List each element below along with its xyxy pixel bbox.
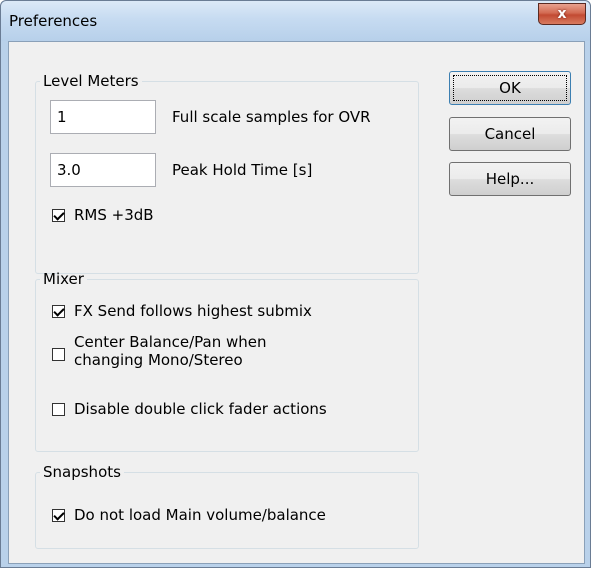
peak-hold-time-label: Peak Hold Time [s]	[172, 161, 313, 179]
disable-double-click-checkbox[interactable]	[52, 403, 65, 416]
title-bar[interactable]: Preferences x	[1, 1, 590, 41]
preferences-dialog: Preferences x Level Meters 1 Full scale …	[0, 0, 591, 568]
help-button[interactable]: Help...	[449, 162, 571, 196]
rms-3db-label: RMS +3dB	[74, 206, 154, 224]
dialog-client-area: Level Meters 1 Full scale samples for OV…	[8, 41, 585, 564]
ok-button[interactable]: OK	[449, 71, 571, 105]
ovr-samples-input[interactable]: 1	[50, 100, 156, 134]
cancel-button[interactable]: Cancel	[449, 117, 571, 151]
level-meters-legend: Level Meters	[43, 72, 139, 90]
center-balance-label-line1: Center Balance/Pan when	[74, 333, 267, 351]
rms-3db-checkbox[interactable]	[52, 209, 65, 222]
snapshots-legend: Snapshots	[43, 463, 121, 481]
ok-button-label: OK	[499, 79, 521, 97]
cancel-button-label: Cancel	[484, 125, 536, 143]
center-balance-checkbox[interactable]	[52, 348, 65, 361]
help-button-label: Help...	[485, 170, 535, 188]
fx-send-checkbox[interactable]	[52, 305, 65, 318]
center-balance-label-line2: changing Mono/Stereo	[74, 351, 243, 369]
close-icon: x	[557, 6, 567, 22]
ovr-samples-label: Full scale samples for OVR	[172, 108, 371, 126]
fx-send-label: FX Send follows highest submix	[74, 302, 312, 320]
no-load-main-checkbox[interactable]	[52, 509, 65, 522]
peak-hold-time-input[interactable]: 3.0	[50, 153, 156, 187]
no-load-main-label: Do not load Main volume/balance	[74, 506, 326, 524]
window-title: Preferences	[9, 12, 98, 30]
disable-double-click-label: Disable double click fader actions	[74, 400, 327, 418]
close-button[interactable]: x	[538, 3, 586, 25]
mixer-legend: Mixer	[43, 270, 84, 288]
